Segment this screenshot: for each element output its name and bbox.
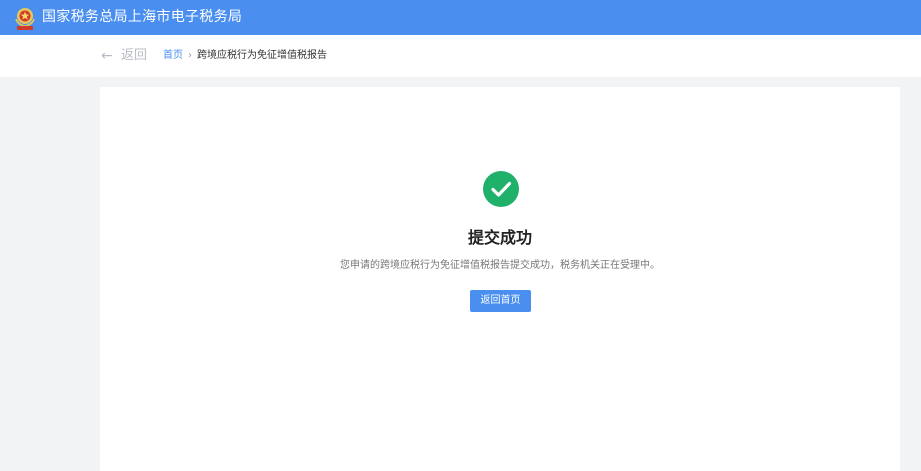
back-to-home-button[interactable]: 返回首页 [470, 290, 531, 312]
back-button[interactable]: ← 返回 [101, 47, 147, 65]
arrow-left-icon: ← [101, 48, 113, 64]
success-check-icon [483, 171, 519, 207]
breadcrumb-bar: ← 返回 首页 › 跨境应税行为免征增值税报告 [0, 35, 921, 77]
top-header-bar: 国家税务总局上海市电子税务局 [0, 0, 921, 35]
back-label: 返回 [121, 48, 148, 63]
result-title: 提交成功 [467, 228, 532, 247]
tax-bureau-emblem-icon [15, 8, 35, 30]
chevron-right-icon: › [188, 50, 192, 61]
breadcrumb: 首页 › 跨境应税行为免征增值税报告 [163, 49, 327, 63]
result-message: 您申请的跨境应税行为免征增值税报告提交成功，税务机关正在受理中。 [340, 260, 660, 271]
breadcrumb-current: 跨境应税行为免征增值税报告 [197, 50, 327, 61]
site-title[interactable]: 国家税务总局上海市电子税务局 [42, 8, 242, 27]
result-card: 提交成功 您申请的跨境应税行为免征增值税报告提交成功，税务机关正在受理中。 返回… [100, 87, 900, 471]
breadcrumb-home-link[interactable]: 首页 [163, 49, 183, 63]
